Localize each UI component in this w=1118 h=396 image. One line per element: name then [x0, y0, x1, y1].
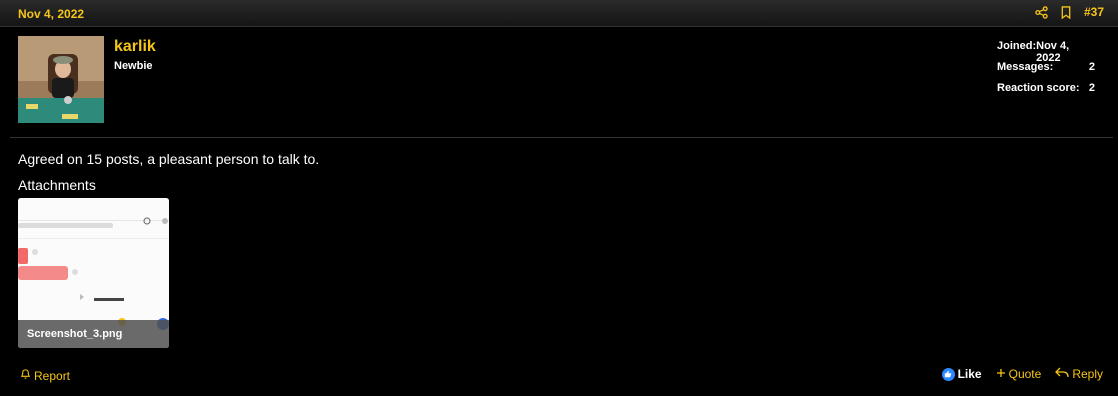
- share-icon[interactable]: [1035, 5, 1048, 19]
- post-number-link[interactable]: #37: [1084, 5, 1104, 19]
- stat-messages: Messages: 2: [997, 61, 1095, 82]
- user-stats: Joined: Nov 4, 2022 Messages: 2 Reaction…: [997, 40, 1095, 103]
- user-title: Newbie: [114, 60, 153, 72]
- stat-label: Reaction score:: [997, 82, 1080, 94]
- post-header-actions: #37: [1035, 5, 1104, 19]
- attachment-filename: Screenshot_3.png: [27, 328, 123, 340]
- post-message: Agreed on 15 posts, a pleasant person to…: [18, 151, 320, 167]
- quote-label: Quote: [1008, 367, 1042, 381]
- stat-value: 2: [1088, 82, 1095, 94]
- post-actions: Like Quote Reply: [941, 367, 1103, 381]
- username[interactable]: karlik: [114, 38, 156, 56]
- divider: [10, 137, 1113, 138]
- stat-label: Joined:: [997, 40, 1037, 52]
- post-date[interactable]: Nov 4, 2022: [18, 7, 84, 21]
- attachment-caption: Screenshot_3.png: [18, 320, 169, 348]
- like-button[interactable]: Like: [941, 367, 982, 381]
- like-label: Like: [957, 367, 982, 381]
- report-label: Report: [34, 368, 71, 383]
- bookmark-icon[interactable]: [1060, 5, 1072, 19]
- attachments-heading: Attachments: [18, 177, 96, 193]
- bell-icon: [20, 368, 31, 383]
- stat-label: Messages:: [997, 61, 1054, 73]
- reply-arrow-icon: [1055, 367, 1069, 381]
- attachment-thumbnail[interactable]: Screenshot_3.png: [18, 198, 169, 348]
- stat-value: 2: [1088, 61, 1095, 73]
- reply-button[interactable]: Reply: [1055, 367, 1103, 381]
- stat-reaction-score: Reaction score: 2: [997, 82, 1095, 103]
- stat-joined: Joined: Nov 4, 2022: [997, 40, 1095, 64]
- reply-label: Reply: [1072, 367, 1103, 381]
- stat-value: Nov 4, 2022: [1036, 40, 1070, 64]
- avatar[interactable]: [18, 36, 104, 123]
- report-link[interactable]: Report: [20, 368, 70, 383]
- plus-icon: [996, 367, 1006, 381]
- quote-button[interactable]: Quote: [996, 367, 1042, 381]
- thumbs-up-icon: [941, 367, 955, 381]
- post-header-bar: Nov 4, 2022 #37: [0, 0, 1118, 27]
